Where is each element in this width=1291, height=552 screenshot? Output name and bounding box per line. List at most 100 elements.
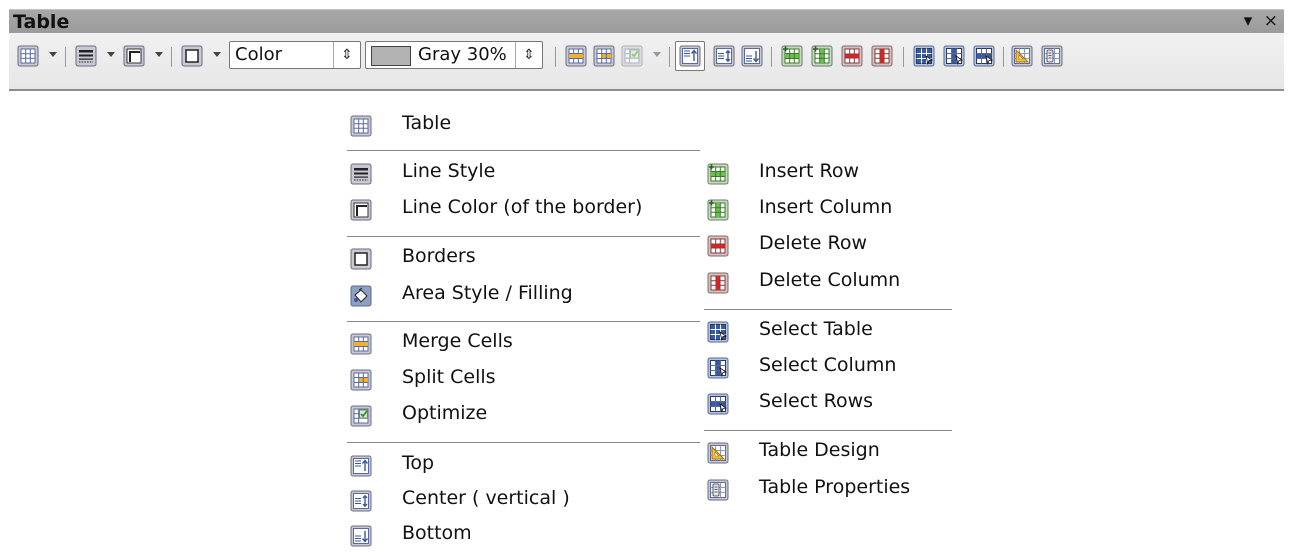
legend-divider	[347, 236, 700, 237]
select-column-icon	[707, 357, 729, 379]
close-icon[interactable]: ×	[1264, 11, 1278, 31]
legend-label: Merge Cells	[402, 330, 513, 352]
line-color-icon	[350, 199, 372, 221]
align-top-button[interactable]	[675, 41, 705, 71]
table-icon	[350, 115, 372, 137]
align-top-icon	[679, 45, 701, 67]
legend-divider	[347, 321, 700, 322]
legend-item-merge-cells: Merge Cells	[350, 328, 690, 360]
table-icon[interactable]	[17, 45, 39, 67]
legend-item-insert-column: Insert Column	[707, 194, 947, 226]
toolbar-separator	[669, 47, 670, 67]
legend-label: Top	[402, 452, 435, 474]
toolbar-title: Table	[13, 11, 70, 33]
legend-label: Split Cells	[402, 366, 496, 388]
split-cells-icon[interactable]	[593, 45, 615, 67]
line-style-icon	[350, 163, 372, 185]
optimize-icon[interactable]	[621, 45, 643, 67]
split-cells-icon	[350, 369, 372, 391]
legend-label: Bottom	[402, 522, 472, 544]
toolbar-separator	[771, 47, 772, 67]
legend-divider	[704, 430, 952, 431]
align-center-icon[interactable]	[713, 45, 735, 67]
legend-label: Optimize	[402, 402, 488, 424]
legend-item-table-design: Table Design	[707, 437, 947, 469]
legend-item-line-style: Line Style	[350, 158, 690, 190]
table-design-icon[interactable]	[1011, 45, 1033, 67]
toolbar-title-bar[interactable]: Table ▾ ×	[9, 9, 1284, 34]
align-top-icon	[350, 455, 372, 477]
legend-label: Select Rows	[759, 390, 874, 412]
legend-label: Insert Column	[759, 196, 893, 218]
legend-label: Table Design	[759, 439, 880, 461]
align-bottom-icon	[350, 525, 372, 547]
legend-divider	[704, 309, 952, 310]
delete-row-icon[interactable]	[841, 45, 863, 67]
legend-label: Select Table	[759, 318, 873, 340]
borders-icon[interactable]	[181, 45, 203, 67]
table-toolbar: Color ⇕ Gray 30% ⇕	[9, 33, 1284, 91]
select-column-icon[interactable]	[943, 45, 965, 67]
legend-item-select-rows: Select Rows	[707, 388, 947, 420]
optimize-dropdown-arrow-icon[interactable]	[653, 52, 661, 57]
insert-row-icon[interactable]	[781, 45, 803, 67]
line-style-icon[interactable]	[75, 45, 97, 67]
align-bottom-icon[interactable]	[741, 45, 763, 67]
select-table-icon	[707, 321, 729, 343]
legend-label: Borders	[402, 245, 476, 267]
line-style-dropdown-arrow-icon[interactable]	[107, 52, 115, 57]
select-rows-icon[interactable]	[973, 45, 995, 67]
legend-item-optimize: Optimize	[350, 400, 690, 432]
legend-item-select-column: Select Column	[707, 352, 947, 384]
insert-column-icon[interactable]	[811, 45, 833, 67]
toolbar-menu-icon[interactable]: ▾	[1244, 11, 1253, 31]
toolbar-separator	[1003, 47, 1004, 67]
legend-label: Center ( vertical )	[402, 487, 570, 509]
legend-item-select-table: Select Table	[707, 316, 947, 348]
legend-label: Delete Column	[759, 269, 901, 291]
legend-divider	[347, 150, 700, 151]
delete-row-icon	[707, 235, 729, 257]
align-center-icon	[350, 490, 372, 512]
area-style-select[interactable]: Color ⇕	[229, 41, 361, 69]
legend-label: Table Properties	[759, 476, 911, 498]
legend-item-borders: Borders	[350, 243, 690, 275]
legend-item-table: Table	[350, 110, 690, 142]
toolbar-separator	[171, 47, 172, 67]
insert-column-icon	[707, 199, 729, 221]
legend-item-table-properties: Table Properties	[707, 474, 947, 506]
insert-row-icon	[707, 163, 729, 185]
fill-color-select-value: Gray 30%	[418, 44, 507, 65]
toolbar-separator	[555, 47, 556, 67]
legend-label: Delete Row	[759, 232, 867, 254]
legend-label: Line Color (of the border)	[402, 196, 643, 218]
spin-updown-icon[interactable]: ⇕	[515, 42, 542, 68]
legend-label: Table	[402, 112, 452, 134]
table-properties-icon	[707, 479, 729, 501]
legend-label: Insert Row	[759, 160, 860, 182]
merge-cells-icon	[350, 333, 372, 355]
legend-item-delete-row: Delete Row	[707, 230, 947, 262]
table-dropdown-arrow-icon[interactable]	[49, 52, 57, 57]
merge-cells-icon[interactable]	[565, 45, 587, 67]
line-color-dropdown-arrow-icon[interactable]	[155, 52, 163, 57]
legend-item-area-style: Area Style / Filling	[350, 280, 690, 312]
legend-item-split-cells: Split Cells	[350, 364, 690, 396]
color-swatch	[371, 46, 411, 66]
delete-column-icon[interactable]	[871, 45, 893, 67]
legend-item-align-bottom: Bottom	[350, 520, 690, 552]
legend-label: Line Style	[402, 160, 496, 182]
table-properties-icon[interactable]	[1041, 45, 1063, 67]
line-color-icon[interactable]	[123, 45, 145, 67]
fill-color-select[interactable]: Gray 30% ⇕	[365, 41, 543, 69]
spin-updown-icon[interactable]: ⇕	[333, 42, 360, 68]
toolbar-separator	[903, 47, 904, 67]
legend-divider	[347, 442, 700, 443]
legend-label: Select Column	[759, 354, 897, 376]
select-rows-icon	[707, 393, 729, 415]
toolbar-separator	[65, 47, 66, 67]
legend-item-line-color: Line Color (of the border)	[350, 194, 690, 226]
borders-icon	[350, 248, 372, 270]
borders-dropdown-arrow-icon[interactable]	[213, 52, 221, 57]
select-table-icon[interactable]	[913, 45, 935, 67]
